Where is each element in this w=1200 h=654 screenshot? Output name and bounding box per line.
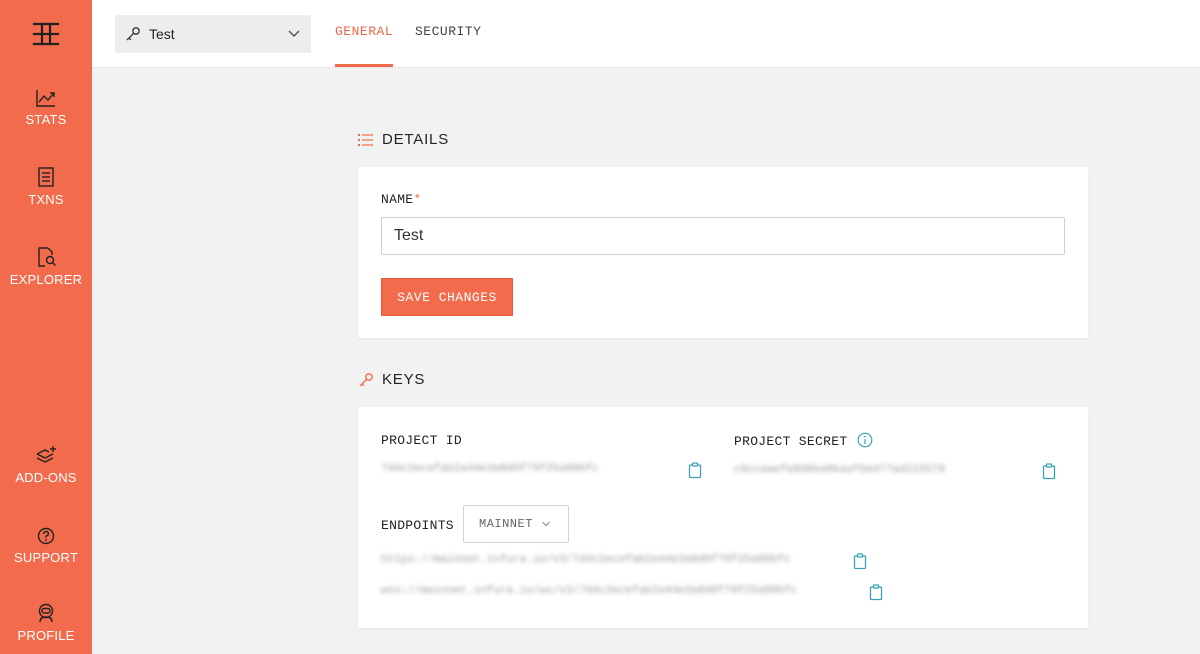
sidebar-item-label: TXNS bbox=[28, 192, 64, 207]
chevron-down-icon bbox=[288, 30, 300, 38]
sidebar-item-explorer[interactable]: EXPLORER bbox=[0, 246, 92, 287]
project-name-input[interactable] bbox=[381, 217, 1065, 255]
name-label: NAME* bbox=[381, 192, 422, 207]
chevron-down-icon bbox=[542, 521, 550, 527]
copy-project-id-icon[interactable] bbox=[688, 462, 702, 479]
sidebar-item-txns[interactable]: TXNS bbox=[0, 166, 92, 207]
tab-general[interactable]: GENERAL bbox=[335, 24, 393, 39]
sidebar: STATS TXNS EXPLORER ADD-ONS SUPPORT PROF… bbox=[0, 0, 92, 654]
sidebar-item-profile[interactable]: PROFILE bbox=[0, 602, 92, 643]
save-changes-button[interactable]: SAVE CHANGES bbox=[381, 278, 513, 316]
receipt-icon bbox=[38, 167, 54, 187]
sidebar-item-label: SUPPORT bbox=[13, 550, 78, 565]
copy-project-secret-icon[interactable] bbox=[1042, 463, 1056, 480]
wss-endpoint-value: wss://mainnet.infura.io/ws/v3/7d4c2ecefa… bbox=[381, 585, 797, 597]
details-title: DETAILS bbox=[382, 131, 450, 148]
layers-add-icon bbox=[36, 446, 56, 463]
endpoints-label: ENDPOINTS bbox=[381, 518, 454, 533]
project-id-label: PROJECT ID bbox=[381, 433, 463, 448]
document-search-icon bbox=[38, 247, 56, 267]
required-marker: * bbox=[413, 192, 422, 207]
sidebar-item-add-ons[interactable]: ADD-ONS bbox=[0, 444, 92, 485]
top-bar: Test GENERAL SECURITY bbox=[92, 0, 1200, 68]
info-icon[interactable] bbox=[857, 432, 873, 448]
https-endpoint-value: https://mainnet.infura.io/v3/7d4c2ecefab… bbox=[381, 554, 791, 566]
network-select[interactable]: MAINNET bbox=[463, 505, 569, 543]
sidebar-item-label: STATS bbox=[25, 112, 67, 127]
astronaut-icon bbox=[38, 603, 54, 623]
list-icon bbox=[358, 133, 373, 146]
sidebar-item-stats[interactable]: STATS bbox=[0, 88, 92, 127]
name-label-text: NAME bbox=[381, 192, 414, 207]
sidebar-item-support[interactable]: SUPPORT bbox=[0, 526, 92, 565]
active-tab-indicator bbox=[335, 64, 393, 67]
project-secret-label: PROJECT SECRET bbox=[734, 434, 848, 449]
project-secret-value: c8ccaaefe8d8ke8kaaf6ed77ad215578 bbox=[734, 464, 946, 476]
network-select-value: MAINNET bbox=[479, 517, 533, 531]
project-id-value: 7d4c2ecefab2a44e3a8d0f79f25a80bfc bbox=[381, 463, 599, 475]
keys-card: PROJECT ID 7d4c2ecefab2a44e3a8d0f79f25a8… bbox=[358, 407, 1088, 628]
stats-chart-icon bbox=[36, 90, 55, 107]
keys-title: KEYS bbox=[382, 371, 426, 388]
tab-security[interactable]: SECURITY bbox=[415, 24, 481, 39]
infura-logo-icon[interactable] bbox=[28, 16, 64, 52]
copy-https-endpoint-icon[interactable] bbox=[853, 553, 867, 570]
key-icon bbox=[359, 372, 373, 386]
project-name: Test bbox=[149, 26, 175, 42]
key-icon bbox=[126, 27, 140, 41]
details-section-title: DETAILS bbox=[358, 131, 449, 148]
keys-section-title: KEYS bbox=[358, 371, 425, 388]
sidebar-item-label: ADD-ONS bbox=[15, 470, 77, 485]
question-circle-icon bbox=[37, 527, 55, 545]
details-card: NAME* SAVE CHANGES bbox=[358, 167, 1088, 338]
copy-wss-endpoint-icon[interactable] bbox=[869, 584, 883, 601]
project-select[interactable]: Test bbox=[115, 15, 311, 53]
sidebar-item-label: PROFILE bbox=[17, 628, 75, 643]
sidebar-item-label: EXPLORER bbox=[9, 272, 83, 287]
